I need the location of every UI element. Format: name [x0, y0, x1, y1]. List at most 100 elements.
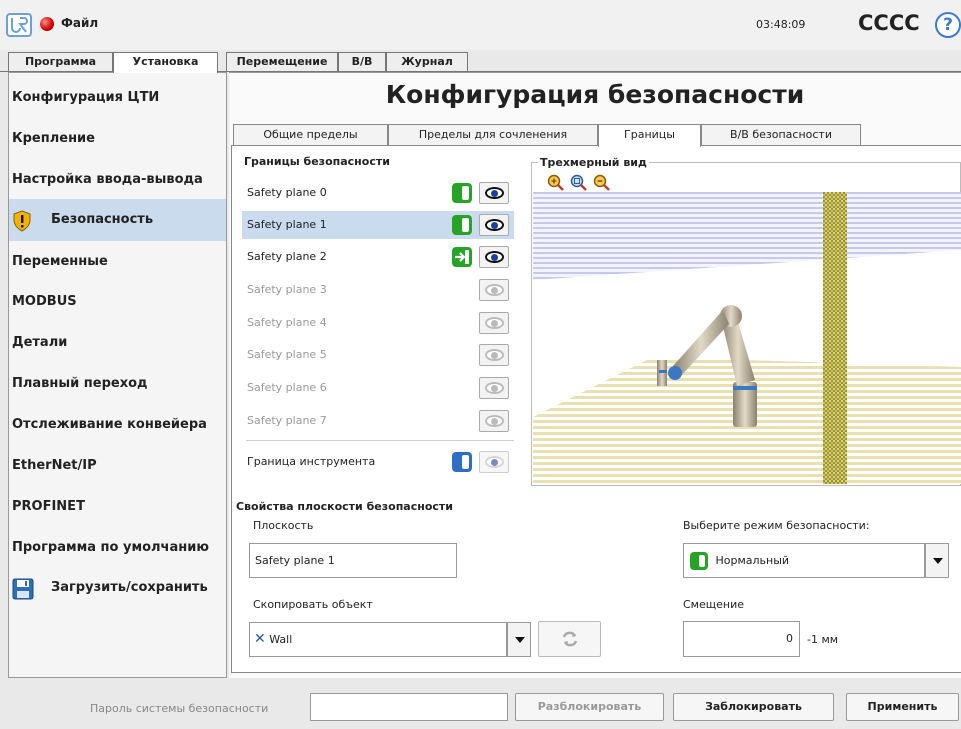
sidebar-item-variables[interactable]: Переменные [9, 241, 226, 283]
sidebar-item-conveyor-tracking[interactable]: Отслеживание конвейера [9, 404, 226, 446]
eye-icon [485, 349, 504, 361]
safety-mode-value: Нормальный [715, 554, 790, 567]
zoom-in-icon[interactable] [547, 174, 565, 192]
refresh-button [538, 621, 601, 657]
visibility-toggle-button [479, 344, 509, 366]
tab-io[interactable]: В/В [338, 52, 386, 72]
clock: 03:48:09 [756, 18, 806, 31]
shield-warning-icon [13, 210, 31, 232]
eye-icon [485, 317, 504, 329]
visibility-toggle-button [479, 410, 509, 432]
sidebar-item-load-save[interactable]: Загрузить/сохранить [9, 567, 226, 609]
plane-label: Safety plane 5 [247, 348, 327, 361]
zoom-fit-icon[interactable] [570, 174, 588, 192]
sidebar-item-modbus[interactable]: MODBUS [9, 281, 226, 323]
safety-password-label: Пароль системы безопасности [90, 702, 269, 715]
sidebar-item-default-program[interactable]: Программа по умолчанию [9, 527, 226, 569]
trigger-reduced-mode-icon [452, 247, 472, 267]
chevron-down-icon[interactable] [507, 622, 531, 657]
eye-icon [485, 219, 504, 231]
eye-icon [485, 456, 504, 468]
eye-icon [485, 382, 504, 394]
sidebar-item-label: Безопасность [51, 212, 154, 227]
plane-name-label: Плоскость [253, 519, 314, 532]
tool-boundary-row[interactable]: Граница инструмента [242, 448, 514, 476]
sidebar-item-tcp-config[interactable]: Конфигурация ЦТИ [9, 77, 226, 119]
unlock-button: Разблокировать [515, 693, 664, 721]
plane-label: Safety plane 2 [247, 250, 327, 263]
visibility-toggle-button [479, 312, 509, 334]
plane-properties-heading: Свойства плоскости безопасности [236, 500, 453, 513]
offset-input[interactable]: 0 [683, 621, 800, 657]
copy-feature-dropdown[interactable]: ✕ Wall [249, 622, 507, 657]
visibility-toggle-button[interactable] [479, 246, 509, 268]
subtab-boundaries[interactable]: Границы [598, 124, 701, 147]
eye-icon [485, 251, 504, 263]
plane-label: Safety plane 3 [247, 283, 327, 296]
eye-icon [485, 415, 504, 427]
tool-boundary-label: Граница инструмента [247, 455, 376, 468]
divider [246, 440, 514, 441]
tab-installation[interactable]: Установка [113, 52, 218, 73]
tab-program[interactable]: Программа [8, 52, 113, 72]
safety-plane-row[interactable]: Safety plane 6 [242, 374, 514, 402]
ur-logo-icon [6, 13, 32, 37]
tab-log[interactable]: Журнал [386, 52, 468, 72]
copy-feature-value: Wall [269, 633, 293, 646]
wall-x-icon: ✕ [254, 631, 266, 647]
sidebar-item-mounting[interactable]: Крепление [9, 118, 226, 160]
safety-mode-dropdown[interactable]: Нормальный [683, 543, 925, 578]
copy-feature-label: Скопировать объект [253, 598, 373, 611]
boundaries-heading: Границы безопасности [244, 155, 390, 168]
visibility-toggle-button [479, 377, 509, 399]
subtab-safety-io[interactable]: В/В безопасности [701, 124, 861, 146]
safety-plane-row[interactable]: Safety plane 3 [242, 276, 514, 304]
plane-label: Safety plane 6 [247, 381, 327, 394]
visibility-toggle-button[interactable] [479, 214, 509, 236]
visibility-toggle-button[interactable] [479, 182, 509, 204]
eye-icon [485, 187, 504, 199]
sidebar-item-profinet[interactable]: PROFINET [9, 486, 226, 528]
safety-plane-row[interactable]: Safety plane 5 [242, 341, 514, 369]
plane-name-field[interactable]: Safety plane 1 [249, 543, 457, 578]
eye-icon [485, 284, 504, 296]
safety-mode-label: Выберите режим безопасности: [683, 519, 870, 532]
offset-unit: -1 мм [807, 633, 839, 646]
help-icon[interactable]: ? [935, 12, 961, 38]
chevron-down-icon[interactable] [925, 543, 949, 578]
zoom-out-icon[interactable] [593, 174, 611, 192]
safety-password-input[interactable] [310, 693, 508, 721]
lock-button[interactable]: Заблокировать [673, 693, 834, 721]
tool-boundary-toggle-icon[interactable] [452, 452, 472, 472]
normal-mode-icon [452, 215, 472, 235]
sidebar-item-io-setup[interactable]: Настройка ввода-вывода [9, 159, 226, 201]
subtab-general-limits[interactable]: Общие пределы [233, 124, 388, 146]
sidebar-item-smooth-transition[interactable]: Плавный переход [9, 363, 226, 405]
tab-move[interactable]: Перемещение [226, 52, 338, 72]
apply-button[interactable]: Применить [846, 693, 959, 721]
file-menu-icon[interactable] [40, 17, 54, 31]
normal-mode-icon [452, 183, 472, 203]
subtab-joint-limits[interactable]: Пределы для сочленения [388, 124, 598, 146]
sidebar-item-features[interactable]: Детали [9, 322, 226, 364]
safety-plane-row[interactable]: Safety plane 7 [242, 407, 514, 435]
plane-label: Safety plane 4 [247, 316, 327, 329]
sidebar: Конфигурация ЦТИ Крепление Настройка вво… [8, 72, 227, 678]
sidebar-item-ethernet-ip[interactable]: EtherNet/IP [9, 445, 226, 487]
normal-mode-icon [690, 552, 708, 570]
visibility-toggle-button [479, 451, 509, 473]
plane-label: Safety plane 1 [247, 218, 327, 231]
safety-plane-row[interactable]: Safety plane 4 [242, 309, 514, 337]
safety-plane-row[interactable]: Safety plane 2 [242, 243, 514, 271]
page-title: Конфигурация безопасности [385, 80, 805, 109]
3d-viewport[interactable] [533, 192, 961, 484]
sidebar-item-safety[interactable]: Безопасность [9, 199, 226, 241]
safety-plane-row[interactable]: Safety plane 0 [242, 179, 514, 207]
robot-name: CCCC [858, 11, 920, 35]
offset-label: Смещение [683, 598, 744, 611]
floppy-disk-icon [12, 578, 34, 600]
file-menu[interactable]: Файл [61, 16, 98, 30]
safety-plane-row[interactable]: Safety plane 1 [242, 211, 514, 239]
plane-label: Safety plane 7 [247, 414, 327, 427]
3d-view-title: Трехмерный вид [538, 156, 649, 169]
